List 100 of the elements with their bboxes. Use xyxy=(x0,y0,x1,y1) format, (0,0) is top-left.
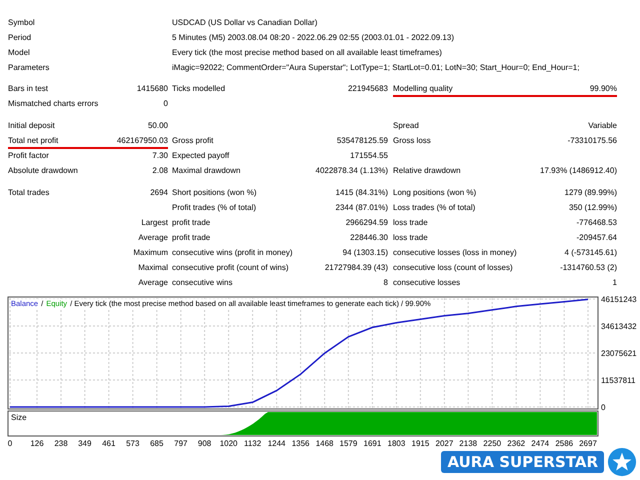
stat-value: 4 (-573145.61) xyxy=(564,248,617,257)
stat-label: loss trade xyxy=(393,233,428,242)
axis-label: 2027 xyxy=(436,439,454,448)
stat-value: 7.30 xyxy=(152,151,168,160)
stat-value: 50.00 xyxy=(148,121,168,130)
stat-label: Short positions (won %) xyxy=(172,188,256,197)
stat-value: 535478125.59 xyxy=(336,136,388,145)
axis-label: 2586 xyxy=(555,439,574,448)
stat-label: Maximal drawdown xyxy=(172,166,240,175)
stat-label: Profit trades (% of total) xyxy=(172,203,256,212)
axis-label: 1244 xyxy=(268,439,286,448)
stat-value: 0 xyxy=(164,99,168,108)
stat-value: 228446.30 xyxy=(350,233,388,242)
stat-value: 171554.55 xyxy=(350,151,388,160)
axis-label: 34613432 xyxy=(601,322,637,331)
stat-label: Modelling quality xyxy=(393,84,453,93)
axis-label: 1915 xyxy=(412,439,430,448)
stat-label: Spread xyxy=(393,121,419,130)
axis-label: 1803 xyxy=(388,439,406,448)
stat-value: 462167950.03 xyxy=(116,136,168,145)
stat-label: consecutive wins (profit in money) xyxy=(172,248,292,257)
stat-label: consecutive losses (loss in money) xyxy=(393,248,517,257)
badge-text: AURA SUPERSTAR xyxy=(441,451,604,473)
stat-value: Largest xyxy=(141,218,168,227)
stat-value: 2966294.59 xyxy=(346,218,388,227)
stat-value: 2694 xyxy=(150,188,168,197)
field-value: iMagic=92022; CommentOrder="Aura Superstar"; LotType=1; StartLot=0.01; LotN=30; Start_Hour=0; End_Hour=1; xyxy=(172,63,580,72)
axis-label: 797 xyxy=(174,439,188,448)
axis-label: 46151243 xyxy=(601,295,637,304)
stat-value: 21727984.39 (43) xyxy=(324,263,388,272)
stat-value: 99.90% xyxy=(590,84,617,93)
panel-label: Size xyxy=(11,413,27,422)
field-label: Symbol xyxy=(8,18,36,27)
stat-value: 221945683 xyxy=(348,84,388,93)
stat-label: Mismatched charts errors xyxy=(8,99,98,108)
axis-label: 2362 xyxy=(507,439,526,448)
stat-value: 1 xyxy=(612,278,617,287)
stat-label: Relative drawdown xyxy=(393,166,461,175)
stat-value: 1279 (89.99%) xyxy=(564,188,617,197)
axis-label: 0 xyxy=(601,403,606,412)
stat-label: profit trade xyxy=(172,218,210,227)
field-label: Parameters xyxy=(8,63,50,72)
field-value: Every tick (the most precise method based on all available least timeframes) xyxy=(172,48,442,57)
stat-label: Expected payoff xyxy=(172,151,230,160)
stat-value: 17.93% (1486912.40) xyxy=(540,166,617,175)
stat-value: Variable xyxy=(588,121,617,130)
stat-value: Maximal xyxy=(138,263,168,272)
stat-label: Total net profit xyxy=(8,136,58,145)
axis-label: 1020 xyxy=(220,439,238,448)
stat-value: Maximum xyxy=(133,248,168,257)
stat-label: consecutive losses xyxy=(393,278,460,287)
axis-label: 685 xyxy=(150,439,164,448)
field-value: 5 Minutes (M5) 2003.08.04 08:20 - 2022.06.29 02:55 (2003.01.01 - 2022.09.13) xyxy=(172,33,454,42)
stat-label: Ticks modelled xyxy=(172,84,226,93)
stat-label: Gross profit xyxy=(172,136,214,145)
stat-label: consecutive wins xyxy=(172,278,232,287)
stat-value: 4022878.34 (1.13%) xyxy=(316,166,388,175)
stat-label: Absolute drawdown xyxy=(8,166,78,175)
stat-value: -1314760.53 (2) xyxy=(560,263,617,272)
field-label: Model xyxy=(8,48,31,57)
stat-value: -209457.64 xyxy=(576,233,617,242)
axis-label: 461 xyxy=(102,439,116,448)
stat-value: 2.08 xyxy=(152,166,168,175)
stat-value: Average xyxy=(138,278,168,287)
axis-label: 0 xyxy=(8,439,12,448)
axis-label: 2697 xyxy=(579,439,597,448)
axis-label: 1691 xyxy=(364,439,382,448)
axis-label: 908 xyxy=(198,439,212,448)
stat-label: consecutive profit (count of wins) xyxy=(172,263,288,272)
axis-label: 573 xyxy=(126,439,140,448)
stat-value: 1415 (84.31%) xyxy=(336,188,388,197)
axis-label: 1579 xyxy=(340,439,358,448)
stat-value: -776468.53 xyxy=(576,218,617,227)
stat-value: 8 xyxy=(384,278,388,287)
axis-label: 2250 xyxy=(483,439,502,448)
axis-label: 1356 xyxy=(292,439,310,448)
stat-value: 94 (1303.15) xyxy=(342,248,388,257)
stat-label: Loss trades (% of total) xyxy=(393,203,476,212)
stat-value: 1415680 xyxy=(136,84,168,93)
field-label: Period xyxy=(8,33,32,42)
stat-label: profit trade xyxy=(172,233,210,242)
stat-label: Long positions (won %) xyxy=(393,188,476,197)
stat-label: Gross loss xyxy=(393,136,431,145)
stat-label: loss trade xyxy=(393,218,428,227)
stat-label: Profit factor xyxy=(8,151,49,160)
axis-label: 1468 xyxy=(316,439,334,448)
axis-label: 126 xyxy=(30,439,44,448)
stat-label: consecutive loss (count of losses) xyxy=(393,263,513,272)
axis-label: 2138 xyxy=(459,439,478,448)
axis-label: 11537811 xyxy=(601,376,636,385)
axis-label: 2474 xyxy=(531,439,550,448)
axis-label: 349 xyxy=(78,439,92,448)
axis-label: 23075621 xyxy=(601,349,637,358)
stat-label: Total trades xyxy=(8,188,50,197)
stat-label: Initial deposit xyxy=(8,121,55,130)
stat-value: -73310175.56 xyxy=(568,136,617,145)
field-value: USDCAD (US Dollar vs Canadian Dollar) xyxy=(172,18,318,27)
axis-label: 1132 xyxy=(244,439,262,448)
stat-value: 350 (12.99%) xyxy=(568,203,617,212)
stat-value: 2344 (87.01%) xyxy=(336,203,388,212)
